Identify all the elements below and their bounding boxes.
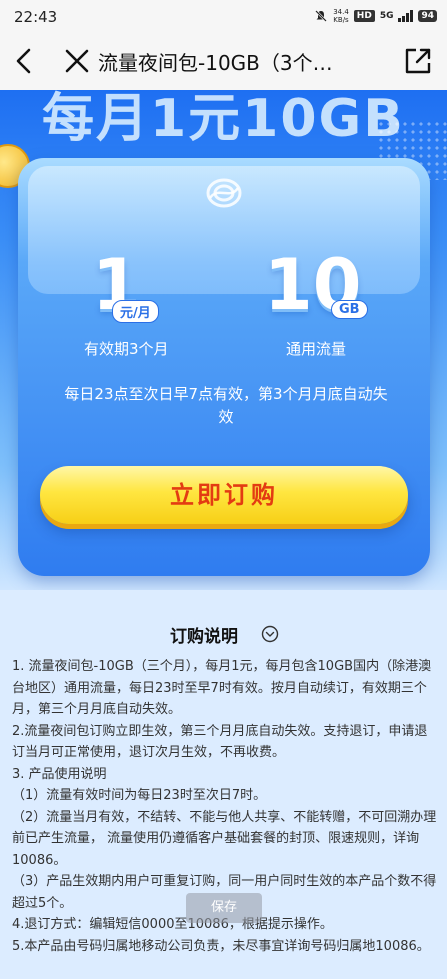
- net-speed: 34.4 KB/s: [333, 8, 349, 24]
- price-unit-badge: 元/月: [112, 300, 159, 323]
- chevron-down-icon[interactable]: [261, 625, 279, 643]
- nav-bar: 流量夜间包-10GB（3个…: [0, 34, 447, 90]
- description-line: 1. 流量夜间包-10GB（三个月），每月1元，每月包含10GB国内（除港澳台地…: [12, 659, 432, 717]
- signal-label: 5G: [379, 11, 394, 21]
- signal-bars-icon: [398, 10, 414, 22]
- hero-banner: 每月1元10GB 1 元/月 有效期3个月 10 GB 通用流量 每日23点至次…: [0, 90, 447, 590]
- buy-now-button[interactable]: 立即订购: [40, 466, 408, 524]
- status-bar: 22:43 34.4 KB/s HD 5G 94: [0, 0, 447, 34]
- description-title[interactable]: 订购说明: [170, 622, 238, 647]
- offer-card: 1 元/月 有效期3个月 10 GB 通用流量 每日23点至次日早7点有效，第3…: [18, 158, 430, 576]
- mute-icon: [315, 10, 328, 22]
- description-line: 5.本产品由号码归属地移动公司负责，未尽事宜详询号码归属地10086。: [12, 938, 430, 954]
- data-label: 通用流量: [286, 340, 347, 358]
- data-unit-badge: GB: [331, 300, 368, 319]
- hd-badge: HD: [353, 10, 375, 22]
- hero-slogan: 每月1元10GB: [42, 90, 405, 149]
- close-icon[interactable]: [62, 46, 92, 76]
- description-line: （2）流量当月有效，不结转、不能与他人共享、不能转赠，不可回溯办理前已产生流量，…: [12, 809, 437, 868]
- description-line: 2.流量夜间包订购立即生效，第三个月月底自动失效。支持退订，申请退订当月可正常使…: [12, 723, 428, 761]
- china-mobile-logo-icon: [206, 178, 242, 208]
- status-icons: 34.4 KB/s HD 5G 94: [314, 8, 437, 24]
- description-line: （1）流量有效时间为每日23时至次日7时。: [12, 788, 267, 803]
- save-toast: 保存: [186, 893, 262, 923]
- share-icon[interactable]: [403, 46, 433, 76]
- status-time: 22:43: [14, 8, 58, 26]
- price-label: 有效期3个月: [84, 340, 169, 358]
- battery-icon: 94: [418, 10, 437, 22]
- back-arrow-icon[interactable]: [10, 46, 40, 76]
- page-title: 流量夜间包-10GB（3个…: [98, 51, 333, 75]
- validity-note: 每日23点至次日早7点有效，第3个月月底自动失效: [64, 385, 388, 426]
- description-line: 3. 产品使用说明: [12, 766, 107, 782]
